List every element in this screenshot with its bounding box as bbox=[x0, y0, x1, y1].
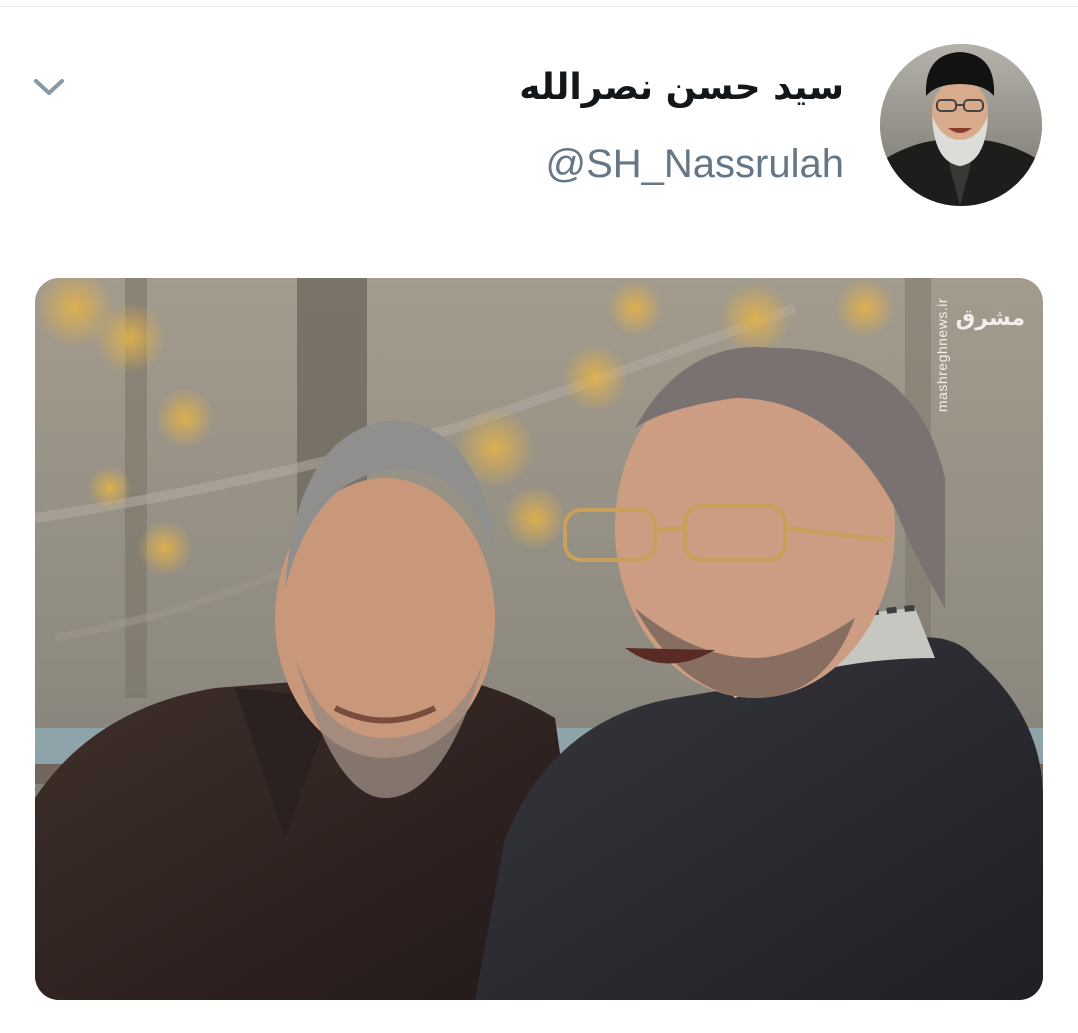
tweet-photo[interactable]: mashreghnews.ir مشرق bbox=[35, 278, 1043, 1000]
author-handle[interactable]: @SH_Nassrulah bbox=[284, 136, 845, 192]
tweet-menu-button[interactable] bbox=[30, 72, 68, 102]
watermark-logo: مشرق bbox=[955, 306, 1025, 331]
author-avatar[interactable] bbox=[880, 44, 1042, 206]
photo-image bbox=[35, 278, 1043, 1000]
photo-watermark: mashreghnews.ir مشرق bbox=[934, 298, 1025, 412]
chevron-down-icon bbox=[34, 79, 64, 95]
watermark-url: mashreghnews.ir bbox=[933, 298, 950, 413]
avatar-image bbox=[880, 44, 1042, 206]
tweet-header: سید حسن نصرالله @SH_Nassrulah bbox=[0, 0, 1078, 240]
author-display-name[interactable]: سید حسن نصرالله bbox=[284, 60, 844, 116]
tweet-screenshot: سید حسن نصرالله @SH_Nassrulah mashreghne… bbox=[0, 0, 1078, 1033]
author-names: سید حسن نصرالله @SH_Nassrulah bbox=[284, 60, 844, 192]
